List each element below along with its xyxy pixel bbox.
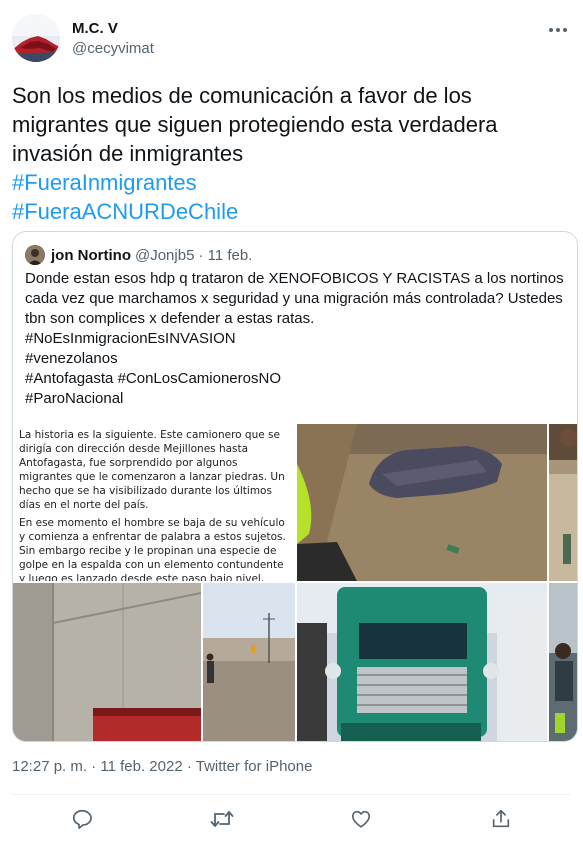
share-button[interactable]	[481, 799, 521, 839]
scene-photo-bystander	[549, 583, 577, 741]
scene-photo-man	[549, 424, 577, 581]
tweet-text: Son los medios de comunicación a favor d…	[12, 83, 498, 166]
news-paragraph: En ese momento el hombre se baja de su v…	[19, 517, 286, 581]
news-article-image: La historia es la siguiente. Este camion…	[13, 424, 295, 581]
author-handle[interactable]: @cecyvimat	[72, 40, 154, 57]
share-icon	[492, 809, 510, 828]
hashtag-link[interactable]: #FueraInmigrantes	[12, 168, 567, 197]
scene-photo-truck	[297, 583, 547, 741]
reply-button[interactable]	[62, 799, 102, 839]
scene-photo-road	[203, 583, 295, 741]
tweet-body: Son los medios de comunicación a favor d…	[12, 81, 567, 226]
quoted-tweet[interactable]: jon Nortino @Jonjb5 · 11 feb. Donde esta…	[12, 231, 578, 742]
tweet-timestamp[interactable]: 12:27 p. m. · 11 feb. 2022 · Twitter for…	[12, 758, 312, 775]
hashtag-link[interactable]: #FueraACNURDeChile	[12, 197, 567, 226]
quoted-hashtag: #Antofagasta #ConLosCamionerosNO	[25, 370, 281, 387]
quoted-hashtag: #ParoNacional	[25, 390, 124, 407]
like-icon	[352, 810, 371, 828]
quoted-author-handle: @Jonjb5	[134, 246, 195, 264]
author-avatar[interactable]	[12, 14, 60, 62]
quoted-tweet-header: jon Nortino @Jonjb5 · 11 feb.	[25, 244, 252, 266]
quoted-author-avatar	[25, 245, 45, 265]
scene-photo-wall	[13, 583, 201, 741]
more-button[interactable]	[545, 20, 571, 40]
quoted-author-name: jon Nortino	[51, 246, 131, 264]
scene-photo-blanket	[297, 424, 547, 581]
retweet-icon	[210, 811, 234, 827]
author-name[interactable]: M.C. V	[72, 20, 118, 37]
tweet-header: M.C. V @cecyvimat	[12, 14, 571, 64]
reply-icon	[72, 809, 92, 829]
tweet-actions	[12, 796, 571, 842]
retweet-button[interactable]	[202, 799, 242, 839]
quoted-date: · 11 feb.	[198, 246, 253, 264]
quoted-text-line: Donde estan esos hdp q trataron de XENOF…	[25, 270, 564, 327]
more-icon	[549, 28, 567, 32]
quoted-hashtag: #NoEsInmigracionEsINVASION	[25, 330, 236, 347]
quoted-tweet-text: Donde estan esos hdp q trataron de XENOF…	[25, 269, 570, 409]
divider	[12, 794, 571, 795]
quoted-hashtag: #venezolanos	[25, 350, 118, 367]
news-paragraph: La historia es la siguiente. Este camion…	[19, 429, 285, 511]
quoted-media-collage[interactable]: La historia es la siguiente. Este camion…	[13, 424, 577, 741]
like-button[interactable]	[341, 799, 381, 839]
